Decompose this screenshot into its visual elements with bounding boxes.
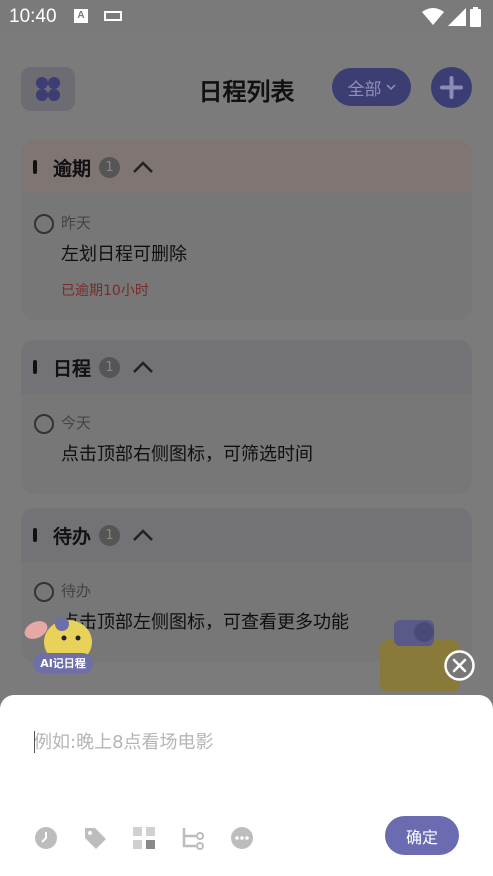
more-icon	[231, 827, 253, 849]
battery-icon	[470, 7, 481, 27]
list-item[interactable]: 昨天 左划日程可删除 已逾期10小时	[21, 194, 472, 320]
signal-icon	[448, 8, 466, 26]
close-icon[interactable]	[443, 649, 476, 682]
section-label: 待办	[53, 525, 92, 548]
header: 日程列表 全部	[0, 64, 493, 114]
count-badge: 1	[99, 156, 121, 178]
section-bar	[33, 160, 37, 174]
item-date: 待办	[61, 582, 92, 600]
item-date: 昨天	[61, 214, 92, 232]
grid-icon	[133, 827, 155, 849]
status-icons	[422, 7, 481, 27]
section-bar	[33, 360, 37, 374]
overdue-note: 已逾期10小时	[61, 283, 149, 299]
chevron-up-icon[interactable]	[132, 528, 154, 542]
quick-add-sheet: 确定	[0, 695, 493, 876]
status-time: 10:40	[9, 6, 57, 27]
section-label: 逾期	[53, 157, 92, 180]
subtask-button[interactable]	[181, 826, 205, 850]
sheet-toolbar	[34, 826, 254, 850]
item-date: 今天	[61, 414, 92, 432]
chevron-up-icon[interactable]	[132, 360, 154, 374]
filter-label: 全部	[347, 79, 382, 100]
time-button[interactable]	[34, 826, 58, 850]
section-bar	[33, 528, 37, 542]
count-badge: 1	[99, 356, 121, 378]
quadrant-button[interactable]	[132, 826, 156, 850]
complete-checkbox[interactable]	[34, 414, 54, 434]
section-header[interactable]: 待办 1	[21, 508, 472, 562]
confirm-button[interactable]: 确定	[385, 816, 459, 855]
chevron-up-icon[interactable]	[132, 160, 154, 174]
notification-a-icon: A	[74, 9, 88, 23]
section-header[interactable]: 逾期 1	[21, 140, 472, 194]
item-title: 左划日程可删除	[61, 244, 187, 265]
more-button[interactable]	[230, 826, 254, 850]
tag-icon	[85, 828, 106, 849]
mascot-label[interactable]: AI记日程	[33, 653, 93, 674]
section-overdue: 逾期 1 昨天 左划日程可删除 已逾期10小时	[21, 140, 472, 320]
page-title: 日程列表	[198, 78, 295, 106]
filter-dropdown[interactable]: 全部	[332, 68, 411, 106]
schedule-input[interactable]	[34, 729, 454, 755]
wifi-icon	[422, 8, 444, 25]
keyboard-icon	[104, 11, 122, 21]
tag-button[interactable]	[83, 826, 107, 850]
plus-icon	[440, 76, 463, 99]
section-header[interactable]: 日程 1	[21, 340, 472, 394]
section-label: 日程	[53, 357, 92, 380]
subtask-icon	[182, 828, 204, 850]
chevron-down-icon	[385, 84, 396, 91]
text-caret	[34, 731, 35, 753]
status-bar: 10:40 A	[0, 0, 493, 34]
complete-checkbox[interactable]	[34, 582, 54, 602]
section-schedule: 日程 1 今天 点击顶部右侧图标，可筛选时间	[21, 340, 472, 494]
list-item[interactable]: 今天 点击顶部右侧图标，可筛选时间	[21, 394, 472, 494]
item-title: 点击顶部右侧图标，可筛选时间	[61, 444, 313, 465]
complete-checkbox[interactable]	[34, 214, 54, 234]
add-schedule-button[interactable]	[431, 67, 472, 108]
item-title: 点击顶部左侧图标，可查看更多功能	[61, 612, 349, 633]
clock-icon	[35, 827, 57, 849]
count-badge: 1	[99, 524, 121, 546]
